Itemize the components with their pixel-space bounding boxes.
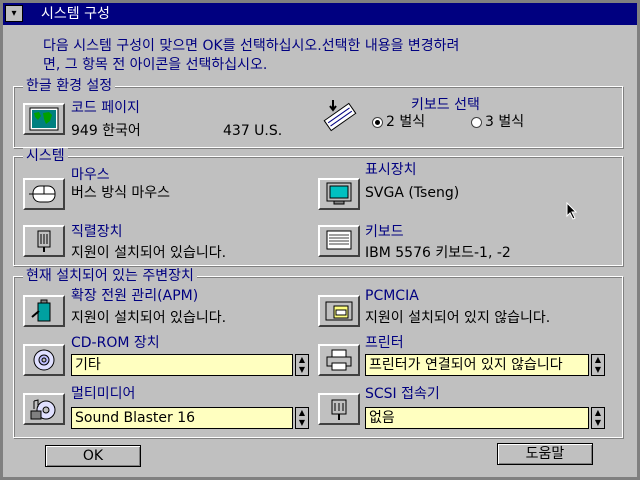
radio-2beolsik[interactable] (372, 117, 383, 128)
radio-2beolsik-label[interactable]: 2 벌식 (386, 113, 425, 131)
printer-spinner[interactable]: ▲ ▼ (591, 354, 605, 376)
pcmcia-button[interactable] (318, 295, 360, 327)
radio-3beolsik[interactable] (471, 117, 482, 128)
serial-port-icon (37, 230, 51, 252)
serial-value: 지원이 설치되어 있습니다. (71, 245, 227, 261)
system-config-dialog: ▾ 시스템 구성 다음 시스템 구성이 맞으면 OK를 선택하십시오.선택한 내… (0, 0, 640, 480)
arrow-up-icon[interactable]: ▲ (296, 408, 308, 418)
apm-button[interactable] (23, 295, 65, 327)
multimedia-combo-value: Sound Blaster 16 (75, 410, 196, 426)
mouse-value: 버스 방식 마우스 (71, 185, 171, 201)
mouse-button[interactable] (23, 178, 65, 210)
system-menu-button[interactable]: ▾ (5, 5, 23, 22)
display-button[interactable] (318, 178, 360, 210)
arrow-up-icon[interactable]: ▲ (592, 408, 604, 418)
keyboard-button[interactable] (318, 225, 360, 257)
arrow-down-icon[interactable]: ▼ (296, 365, 308, 375)
battery-icon (31, 299, 51, 322)
apm-value: 지원이 설치되어 있습니다. (71, 310, 227, 326)
system-group-label: 시스템 (23, 148, 68, 164)
scsi-label: SCSI 접속기 (365, 386, 440, 402)
keyboard-select-icon[interactable] (321, 99, 359, 133)
printer-button[interactable] (318, 344, 360, 376)
cdrom-combo-value: 기타 (75, 357, 101, 373)
mouse-icon (29, 185, 56, 203)
title-bar: ▾ 시스템 구성 (3, 3, 637, 25)
ok-button[interactable]: OK (45, 445, 141, 467)
cdrom-button[interactable] (23, 344, 65, 376)
multimedia-icon (30, 399, 56, 420)
intro-text: 다음 시스템 구성이 맞으면 OK를 선택하십시오.선택한 내용을 변경하려 면… (43, 38, 460, 73)
multimedia-button[interactable] (23, 393, 65, 425)
serial-label: 직렬장치 (71, 224, 123, 240)
keyboard-label: 키보드 (365, 224, 404, 240)
arrow-down-icon[interactable]: ▼ (592, 418, 604, 428)
codepage-alt-value: 437 U.S. (223, 123, 283, 139)
scsi-combo[interactable]: 없음 (365, 407, 589, 429)
chevron-down-icon: ▾ (11, 8, 17, 19)
serial-button[interactable] (23, 225, 65, 257)
pcmcia-value: 지원이 설치되어 있지 않습니다. (365, 310, 551, 326)
keyboard-icon (326, 230, 352, 250)
scsi-combo-value: 없음 (369, 410, 395, 426)
multimedia-spinner[interactable]: ▲ ▼ (295, 407, 309, 429)
globe-map-icon (29, 107, 59, 131)
printer-icon (326, 349, 352, 371)
pcmcia-card-icon (325, 301, 353, 321)
printer-combo-value: 프린터가 연결되어 있지 않습니다 (369, 357, 563, 373)
window-title: 시스템 구성 (41, 6, 110, 22)
printer-label: 프린터 (365, 335, 404, 351)
hangul-env-group-label: 한글 환경 설정 (23, 78, 116, 94)
display-label: 표시장치 (365, 162, 417, 178)
cd-disc-icon (33, 349, 55, 371)
multimedia-combo[interactable]: Sound Blaster 16 (71, 407, 293, 429)
cdrom-spinner[interactable]: ▲ ▼ (295, 354, 309, 376)
help-button[interactable]: 도움말 (497, 443, 593, 465)
mouse-pointer-icon (566, 201, 578, 224)
scsi-button[interactable] (318, 393, 360, 425)
arrow-down-icon[interactable]: ▼ (592, 365, 604, 375)
arrow-up-icon[interactable]: ▲ (592, 355, 604, 365)
scsi-spinner[interactable]: ▲ ▼ (591, 407, 605, 429)
codepage-label: 코드 페이지 (71, 100, 140, 116)
multimedia-label: 멀티미디어 (71, 386, 136, 402)
scsi-connector-icon (331, 399, 347, 420)
keyboard-value: IBM 5576 키보드-1, -2 (365, 245, 511, 261)
display-value: SVGA (Tseng) (365, 185, 460, 201)
peripherals-group-label: 현재 설치되어 있는 주변장치 (23, 268, 197, 284)
apm-label: 확장 전원 관리(APM) (71, 288, 199, 304)
cdrom-label: CD-ROM 장치 (71, 335, 160, 351)
monitor-icon (326, 182, 352, 205)
cdrom-combo[interactable]: 기타 (71, 354, 293, 376)
codepage-button[interactable] (23, 103, 65, 135)
mouse-label: 마우스 (71, 167, 110, 183)
printer-combo[interactable]: 프린터가 연결되어 있지 않습니다 (365, 354, 589, 376)
pcmcia-label: PCMCIA (365, 288, 419, 304)
keyboard-select-label: 키보드 선택 (411, 97, 480, 113)
radio-3beolsik-label[interactable]: 3 벌식 (485, 113, 524, 131)
arrow-down-icon[interactable]: ▼ (296, 418, 308, 428)
arrow-up-icon[interactable]: ▲ (296, 355, 308, 365)
codepage-value: 949 한국어 (71, 123, 141, 139)
